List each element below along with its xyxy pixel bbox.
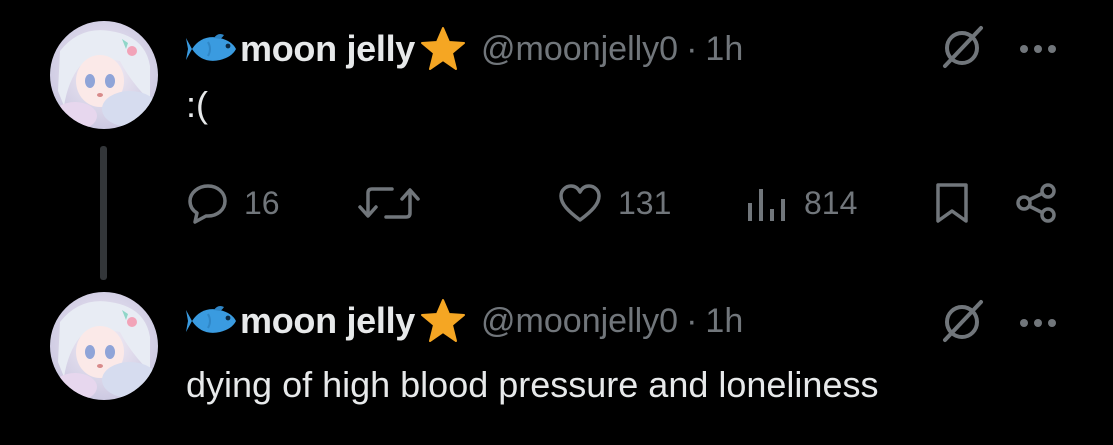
avatar[interactable] — [50, 21, 158, 129]
more-icon[interactable] — [1018, 42, 1058, 56]
tweet-header: moon jelly @moonjelly0 · 1h — [186, 24, 743, 74]
tweet-text: dying of high blood pressure and lonelin… — [186, 364, 879, 405]
timestamp[interactable]: 1h — [705, 302, 743, 341]
views-button[interactable]: 814 — [744, 178, 857, 228]
separator: · — [686, 301, 698, 340]
like-button[interactable]: 131 — [556, 178, 671, 228]
tweet[interactable]: moon jelly @moonjelly0 · 1h dying of hig… — [0, 280, 1113, 445]
star-icon — [421, 299, 466, 342]
heart-icon — [559, 184, 601, 222]
reply-icon — [188, 184, 227, 224]
fish-icon — [186, 306, 236, 333]
retweet-icon — [358, 187, 420, 219]
views-icon — [748, 189, 785, 221]
timestamp[interactable]: 1h — [705, 30, 743, 69]
tweet-header: moon jelly @moonjelly0 · 1h — [186, 296, 743, 346]
separator: · — [686, 29, 698, 68]
reply-button[interactable]: 16 — [186, 178, 280, 228]
handle[interactable]: @moonjelly0 — [481, 30, 678, 69]
reply-count: 16 — [244, 184, 280, 221]
like-count: 131 — [618, 184, 672, 221]
retweet-button[interactable] — [356, 178, 436, 228]
tweet-text: :( — [186, 84, 208, 125]
avatar[interactable] — [50, 292, 158, 400]
star-icon — [421, 27, 466, 70]
handle[interactable]: @moonjelly0 — [481, 302, 678, 341]
grok-icon[interactable] — [937, 22, 987, 72]
views-count: 814 — [804, 184, 858, 221]
share-icon — [1016, 183, 1056, 223]
more-icon[interactable] — [1018, 316, 1058, 330]
display-name[interactable]: moon jelly — [240, 300, 415, 342]
grok-icon[interactable] — [937, 296, 987, 346]
share-button[interactable] — [1014, 178, 1060, 228]
tweet[interactable]: moon jelly @moonjelly0 · 1h :( 16 131 81… — [0, 0, 1113, 280]
bookmark-button[interactable] — [932, 178, 972, 228]
tweet-actions: 16 131 814 — [0, 178, 1113, 228]
fish-icon — [186, 34, 236, 61]
bookmark-icon — [936, 183, 968, 223]
display-name[interactable]: moon jelly — [240, 28, 415, 70]
